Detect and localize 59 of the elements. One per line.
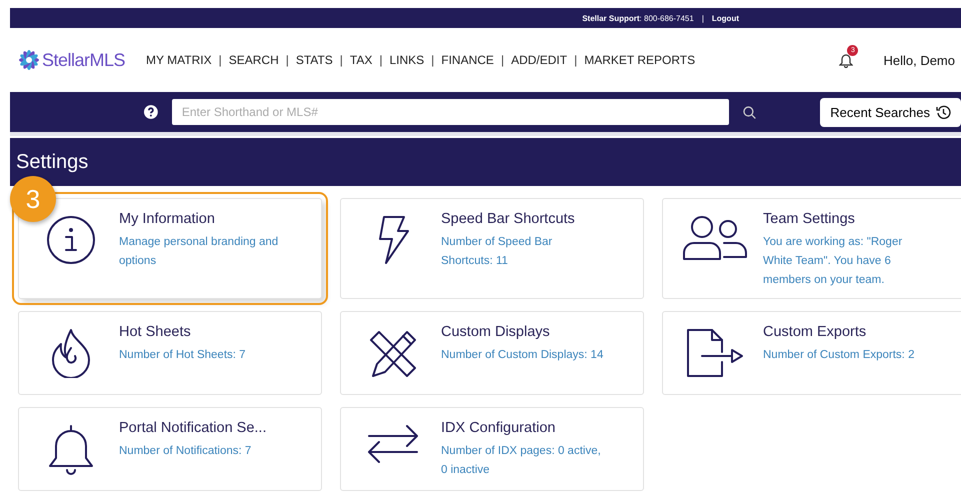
nav-separator: | — [286, 53, 289, 67]
notification-bell-icon[interactable] — [839, 52, 854, 68]
nav-link[interactable]: ADD/EDIT — [510, 53, 568, 67]
flame-icon — [51, 328, 91, 378]
nav-separator: | — [218, 53, 222, 67]
people-icon — [682, 215, 748, 261]
nav-link[interactable]: LINKS — [388, 53, 426, 67]
card-description: Number of Notifications: 7 — [119, 444, 252, 459]
card-title[interactable]: Custom Exports — [763, 324, 914, 340]
card-description: Number of Custom Exports: 2 — [763, 348, 914, 363]
nav-link[interactable]: STATS — [294, 53, 334, 67]
settings-card[interactable]: Speed Bar Shortcuts Number of Speed Bar Shortcuts: 11 — [340, 198, 644, 299]
search-icon[interactable] — [743, 106, 756, 118]
settings-card[interactable]: Hot Sheets Number of Hot Sheets: 7 — [18, 311, 322, 395]
card-title[interactable]: My Information — [119, 211, 284, 227]
card-title[interactable]: Speed Bar Shortcuts — [441, 211, 606, 227]
card-title[interactable]: Portal Notification Se... — [119, 420, 266, 436]
settings-card[interactable]: Custom Displays Number of Custom Displays: 14 — [340, 311, 644, 395]
settings-card[interactable]: IDX Configuration Number of IDX pages: 0 active, 0 inactive — [340, 407, 644, 491]
pencil-ruler-icon — [367, 328, 419, 380]
nav-separator: | — [379, 53, 382, 67]
support-phone: Stellar Support: 800-686-7451 — [582, 14, 694, 22]
nav-separator: | — [500, 53, 504, 67]
card-description: Number of Hot Sheets: 7 — [119, 348, 246, 363]
card-description: You are working as: "Roger White Team". You have 6 members on your team. — [763, 235, 904, 288]
search-field[interactable]: Enter Shorthand or MLS# — [172, 99, 730, 125]
settings-card[interactable]: Portal Notification Se... Number of Notifications: 7 — [18, 407, 322, 491]
nav-link[interactable]: MY MATRIX — [145, 53, 213, 67]
nav-link[interactable]: SEARCH — [228, 53, 280, 67]
card-title[interactable]: IDX Configuration — [441, 420, 606, 436]
card-description: Manage personal branding and options — [119, 235, 280, 269]
nav-separator: | — [340, 53, 343, 67]
info-icon — [46, 215, 96, 265]
nav-link[interactable]: MARKET REPORTS — [583, 53, 696, 67]
card-description: Number of Speed Bar Shortcuts: 11 — [441, 235, 554, 269]
card-title[interactable]: Custom Displays — [441, 324, 604, 340]
file-export-icon — [686, 328, 744, 380]
separator: | — [702, 14, 704, 22]
card-description: Number of Custom Displays: 14 — [441, 348, 604, 363]
recent-searches-button[interactable]: Recent Searches — [820, 98, 961, 126]
bell-icon — [48, 424, 94, 476]
history-icon — [936, 104, 951, 120]
settings-card[interactable]: Team Settings You are working as: "Roger White Team". You have 6 members on your team. — [662, 198, 961, 299]
logout-link[interactable]: Logout — [712, 14, 739, 22]
user-greeting[interactable]: Hello, Demo — [883, 52, 955, 68]
settings-card[interactable]: Custom Exports Number of Custom Exports: 2 — [662, 311, 961, 395]
nav-separator: | — [574, 53, 578, 67]
help-icon[interactable] — [144, 105, 158, 119]
swap-arrows-icon — [367, 424, 419, 464]
nav-link[interactable]: TAX — [348, 53, 374, 67]
star-logo-icon — [18, 49, 40, 71]
card-description: Number of IDX pages: 0 active, 0 inactive — [441, 444, 602, 478]
page-title: Settings — [16, 150, 88, 174]
nav-separator: | — [431, 53, 434, 67]
nav-link[interactable]: FINANCE — [440, 53, 495, 67]
lightning-icon — [376, 215, 410, 265]
card-title[interactable]: Team Settings — [763, 211, 928, 227]
logo: StellarMLS — [42, 50, 126, 70]
card-title[interactable]: Hot Sheets — [119, 324, 246, 340]
